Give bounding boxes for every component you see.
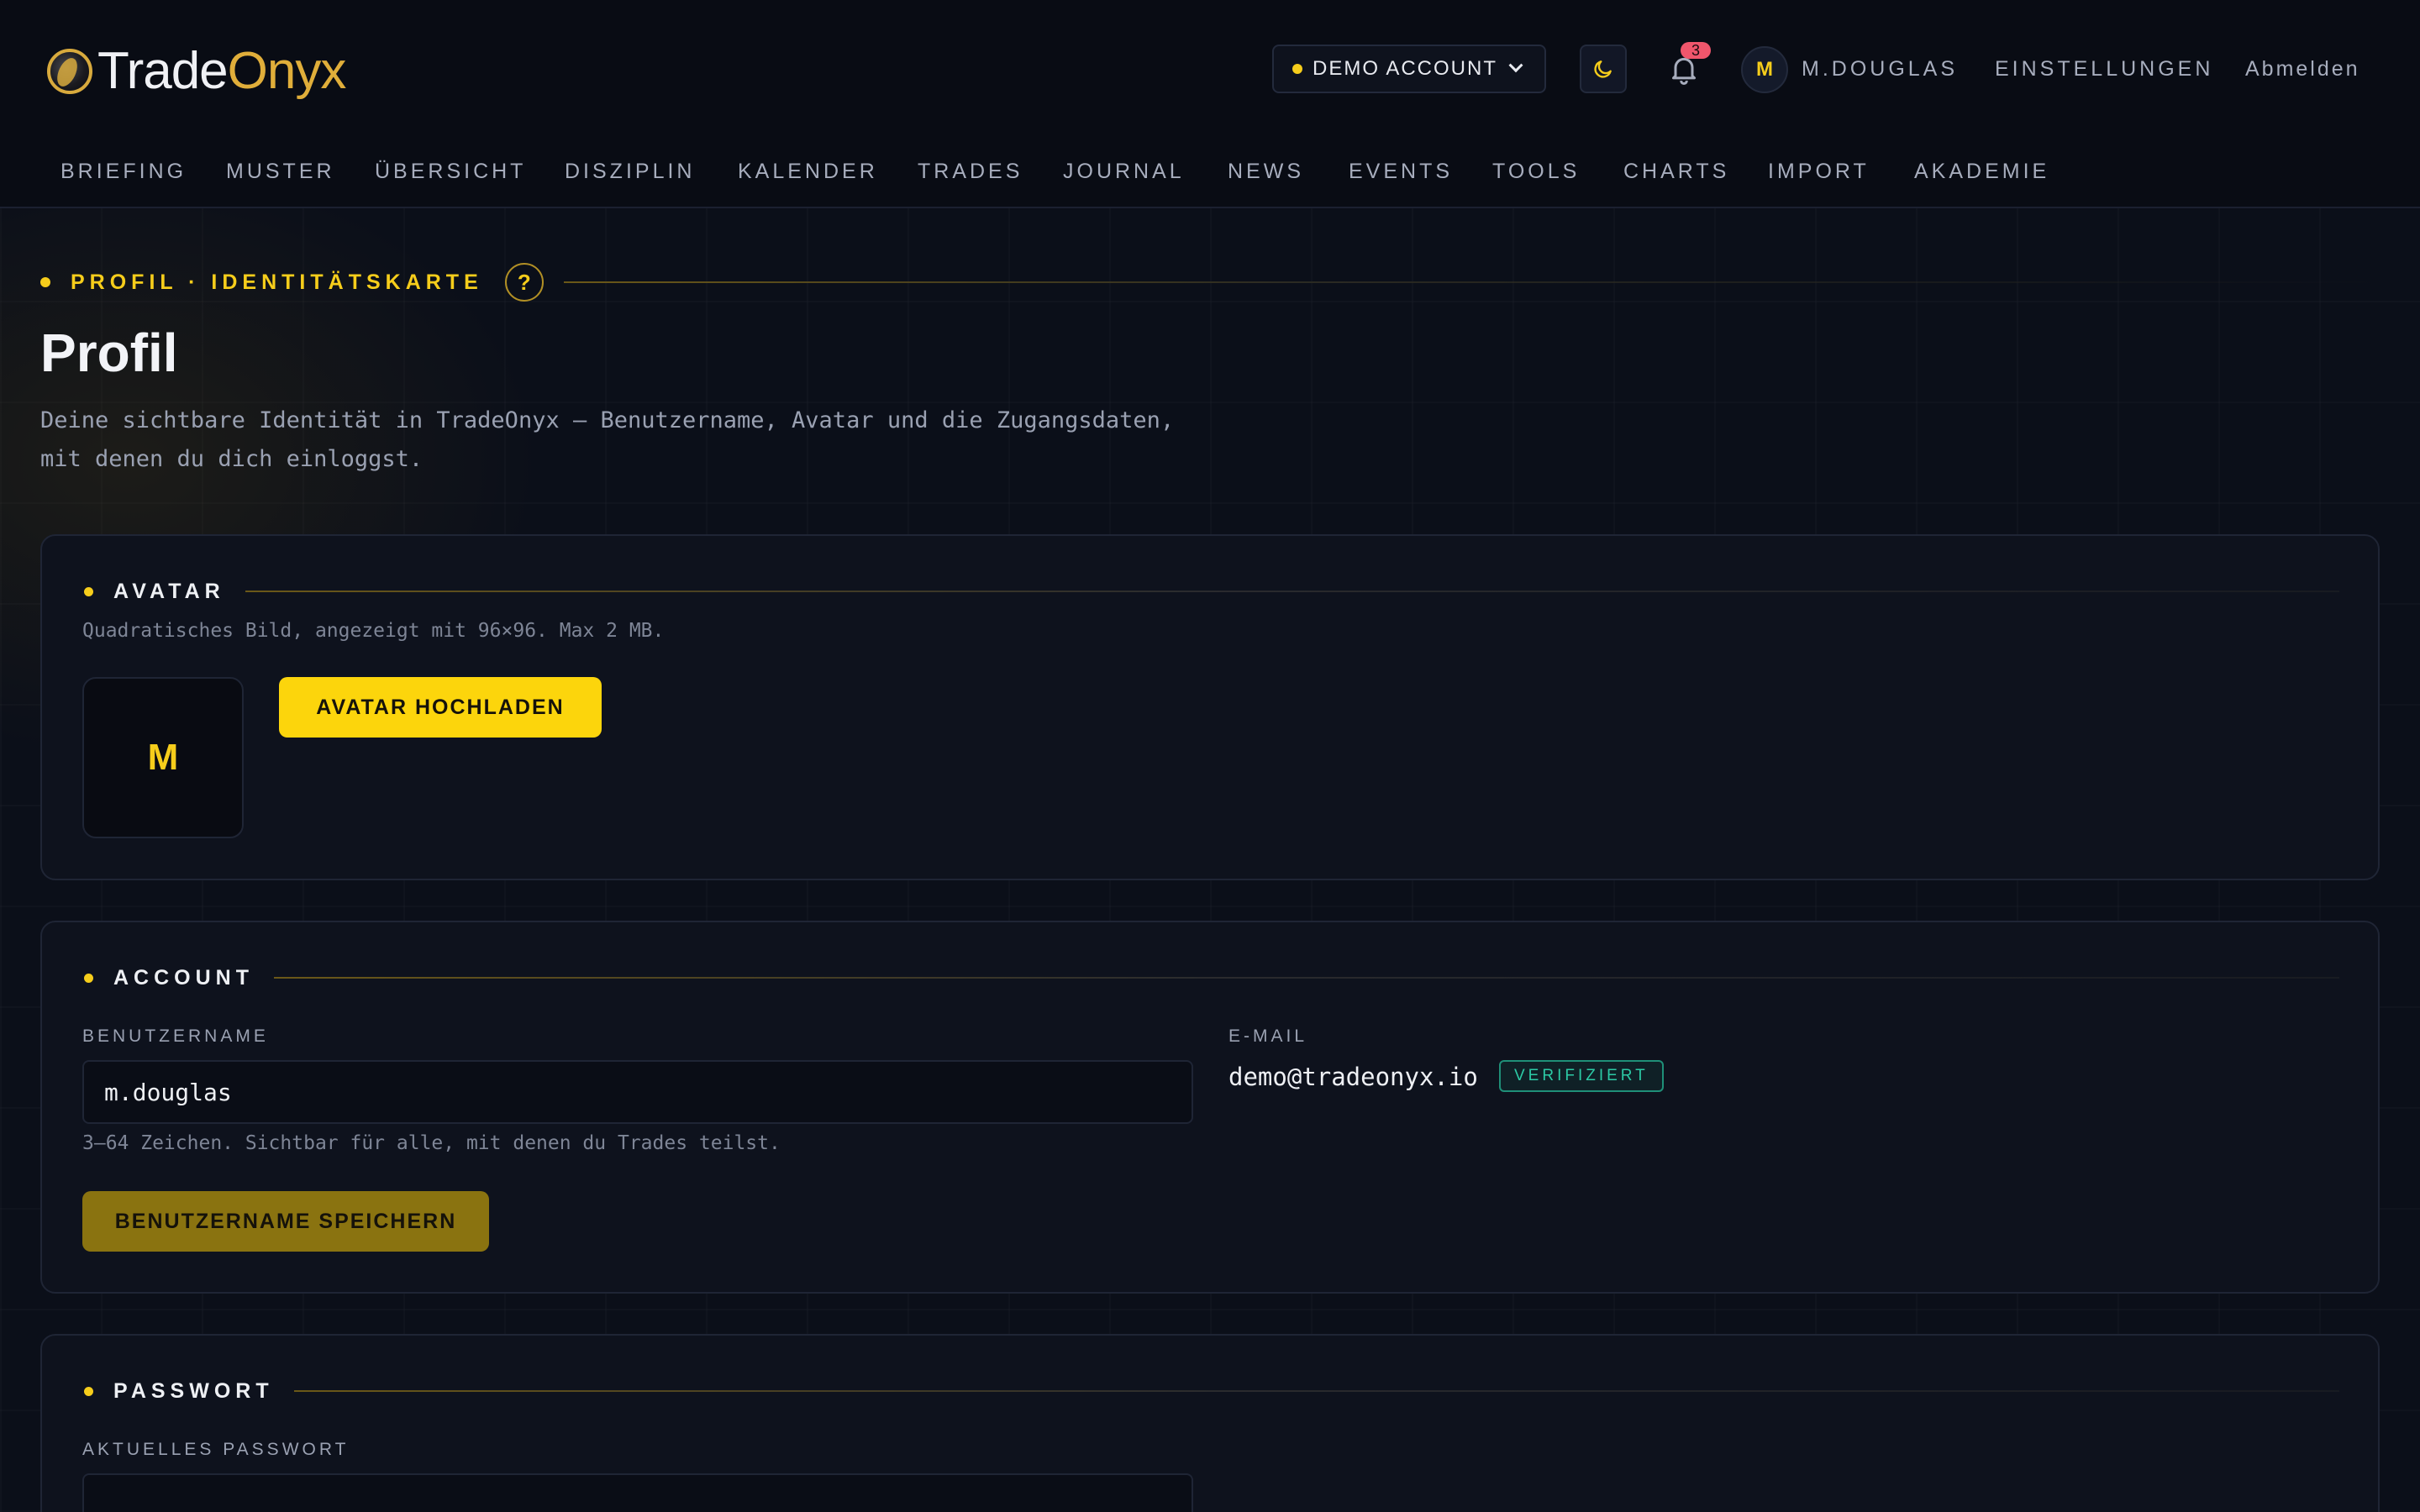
- main-nav: BRIEFING MUSTER ÜBERSICHT DISZIPLIN KALE…: [0, 151, 2420, 192]
- theme-toggle-button[interactable]: [1580, 45, 1627, 93]
- top-header: TradeOnyx DEMO ACCOUNT 3 M M.DOUGLAS EIN…: [0, 0, 2420, 208]
- card-divider: [274, 977, 2339, 979]
- nav-tab-disziplin[interactable]: DISZIPLIN: [565, 158, 695, 185]
- logout-link[interactable]: Abmelden: [2245, 55, 2360, 82]
- eyebrow-dot: [40, 277, 50, 287]
- card-divider: [245, 591, 2339, 592]
- account-status-dot: [1292, 64, 1302, 74]
- account-card-title: ACCOUNT: [113, 965, 254, 990]
- current-password-input[interactable]: [82, 1473, 1193, 1512]
- card-dot: [84, 1386, 93, 1396]
- save-username-button[interactable]: BENUTZERNAME SPEICHERN: [82, 1191, 489, 1252]
- username-input[interactable]: m.douglas: [82, 1060, 1193, 1124]
- avatar-card-title: AVATAR: [113, 579, 225, 603]
- email-label: E-MAIL: [1228, 1026, 1308, 1046]
- password-card-header: PASSWORT: [84, 1376, 2339, 1406]
- nav-tab-events[interactable]: EVENTS: [1349, 158, 1453, 185]
- chevron-down-icon: [1508, 58, 1523, 73]
- nav-tab-tools[interactable]: TOOLS: [1492, 158, 1580, 185]
- section-eyebrow: PROFIL · IDENTITÄTSKARTE ?: [40, 263, 2380, 302]
- avatar-card-header: AVATAR: [84, 576, 2339, 606]
- moon-icon: [1594, 60, 1612, 78]
- settings-link[interactable]: EINSTELLUNGEN: [1995, 55, 2213, 82]
- upload-avatar-button[interactable]: AVATAR HOCHLADEN: [279, 677, 602, 738]
- nav-tab-journal[interactable]: JOURNAL: [1063, 158, 1185, 185]
- username-link[interactable]: M.DOUGLAS: [1802, 55, 1958, 82]
- page-subtitle: Deine sichtbare Identität in TradeOnyx —…: [40, 407, 1175, 472]
- avatar-preview: M: [82, 677, 244, 838]
- account-selector[interactable]: DEMO ACCOUNT: [1272, 45, 1546, 93]
- page-title: Profil: [40, 323, 178, 383]
- nav-tab-trades[interactable]: TRADES: [918, 158, 1023, 185]
- eyebrow-text: PROFIL · IDENTITÄTSKARTE: [71, 270, 483, 294]
- nav-tab-briefing[interactable]: BRIEFING: [60, 158, 187, 185]
- account-selector-label: DEMO ACCOUNT: [1313, 57, 1498, 80]
- brand-name: TradeOnyx: [97, 42, 347, 101]
- verified-badge: VERIFIZIERT: [1499, 1060, 1664, 1092]
- username-label: BENUTZERNAME: [82, 1026, 269, 1046]
- password-card-title: PASSWORT: [113, 1378, 274, 1403]
- nav-tab-uebersicht[interactable]: ÜBERSICHT: [375, 158, 526, 185]
- account-card: ACCOUNT BENUTZERNAME m.douglas 3–64 Zeic…: [40, 921, 2380, 1294]
- notification-count-badge: 3: [1681, 42, 1711, 59]
- brand-name-part1: Trade: [97, 42, 229, 100]
- card-dot: [84, 586, 93, 596]
- card-divider: [293, 1390, 2339, 1392]
- eyebrow-divider: [563, 281, 2380, 283]
- onyx-logo-icon: [47, 49, 92, 94]
- nav-tab-news[interactable]: NEWS: [1228, 158, 1304, 185]
- help-icon[interactable]: ?: [504, 263, 544, 302]
- password-card: PASSWORT AKTUELLES PASSWORT: [40, 1334, 2380, 1512]
- nav-tab-import[interactable]: IMPORT: [1768, 158, 1870, 185]
- brand-name-part2: Onyx: [227, 42, 347, 100]
- username-hint: 3–64 Zeichen. Sichtbar für alle, mit den…: [82, 1132, 781, 1154]
- nav-tab-kalender[interactable]: KALENDER: [738, 158, 878, 185]
- account-card-header: ACCOUNT: [84, 963, 2339, 993]
- current-password-label: AKTUELLES PASSWORT: [82, 1440, 350, 1459]
- user-avatar[interactable]: M: [1741, 46, 1788, 93]
- avatar-card: AVATAR Quadratisches Bild, angezeigt mit…: [40, 534, 2380, 880]
- card-dot: [84, 973, 93, 983]
- brand-logo[interactable]: TradeOnyx: [47, 42, 347, 101]
- email-value: demo@tradeonyx.io: [1228, 1063, 1478, 1091]
- nav-tab-muster[interactable]: MUSTER: [226, 158, 335, 185]
- nav-tab-akademie[interactable]: AKADEMIE: [1914, 158, 2049, 185]
- nav-tab-charts[interactable]: CHARTS: [1623, 158, 1729, 185]
- avatar-hint: Quadratisches Bild, angezeigt mit 96×96.…: [82, 620, 665, 642]
